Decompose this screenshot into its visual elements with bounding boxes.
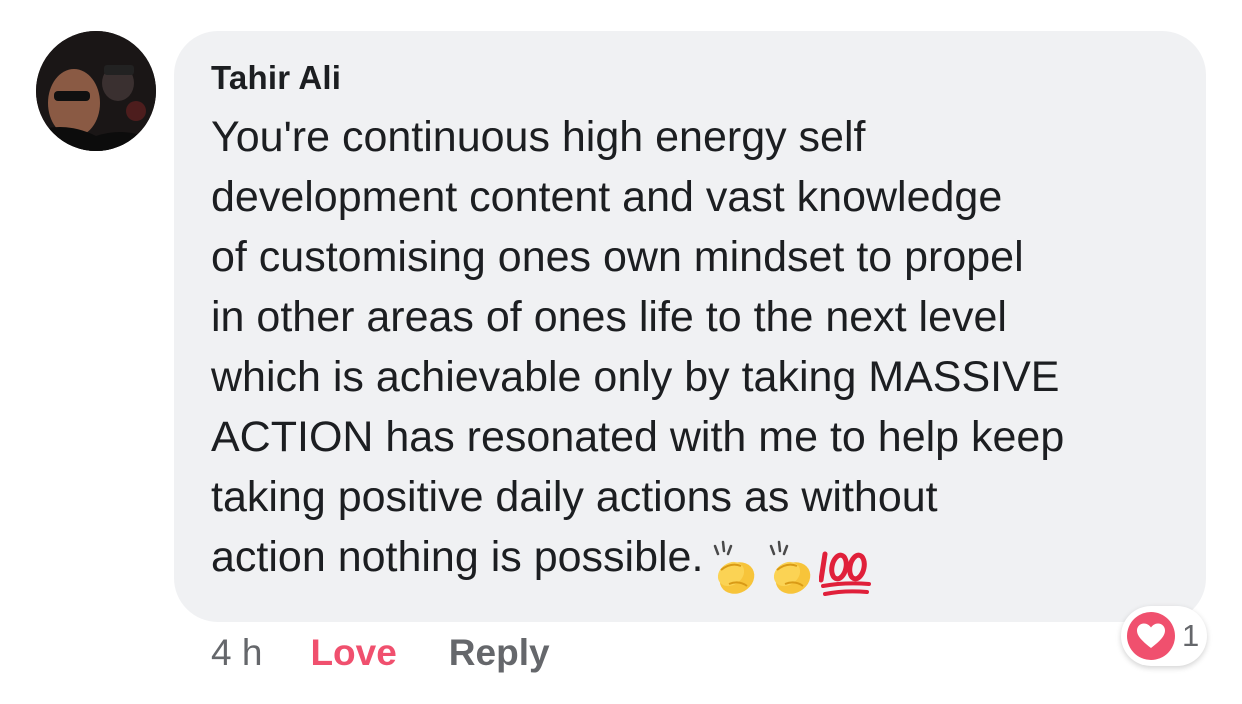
love-button[interactable]: Love <box>310 632 396 674</box>
reaction-count: 1 <box>1182 618 1200 653</box>
emoji-group <box>707 537 873 600</box>
clapping-hands-emoji <box>714 540 755 594</box>
comment-author[interactable]: Tahir Ali <box>211 57 1170 99</box>
avatar-photo <box>36 31 156 151</box>
reply-button[interactable]: Reply <box>449 632 550 674</box>
comment-actions: 4 h Love Reply <box>211 630 550 676</box>
comment-bubble: Tahir Ali You're continuous high energy … <box>174 31 1206 622</box>
heart-icon <box>1137 623 1165 648</box>
comment-timestamp[interactable]: 4 h <box>211 632 262 674</box>
reaction-count-badge[interactable]: 1 <box>1121 606 1207 666</box>
avatar[interactable] <box>36 31 156 151</box>
hundred-points-emoji <box>819 551 872 596</box>
comment-body: You're continuous high energy self devel… <box>211 107 1181 600</box>
love-reaction-icon <box>1127 612 1175 660</box>
comment-text: You're continuous high energy self devel… <box>211 113 1065 581</box>
clapping-hands-emoji <box>770 540 811 594</box>
